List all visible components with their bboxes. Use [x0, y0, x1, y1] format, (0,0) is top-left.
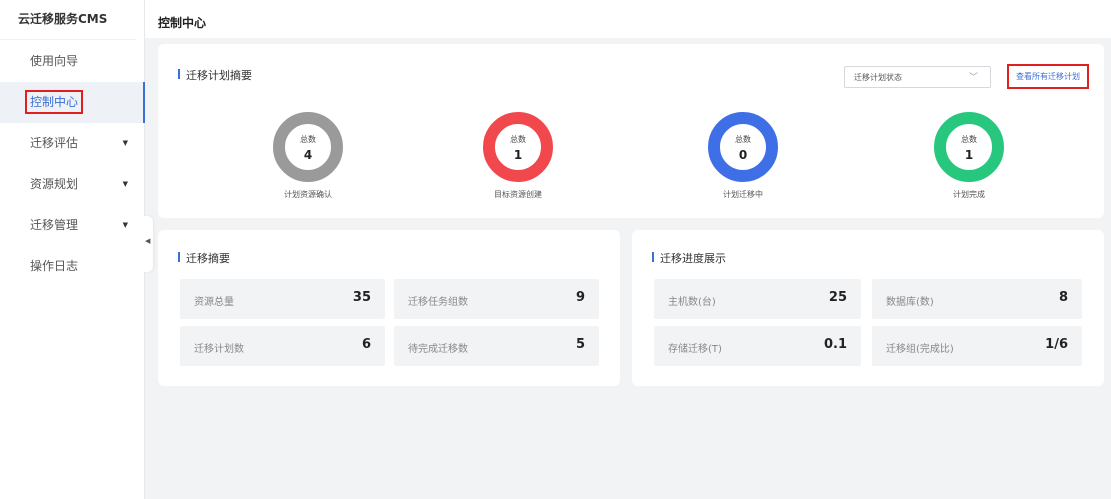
tile-label: 数据库(数) [886, 297, 934, 308]
sidebar-item-label: 操作日志 [30, 259, 79, 273]
tile-value: 35 [352, 290, 371, 305]
sidebar-item-resource-planning[interactable]: 资源规划 ▼ [0, 164, 144, 205]
sidebar-item-control-center[interactable]: 控制中心 [0, 82, 145, 123]
card-title: 迁移摘要 [178, 250, 230, 266]
card-title: 迁移进度展示 [652, 250, 726, 266]
sidebar-item-label: 迁移管理 [30, 218, 79, 232]
header: 控制中心 [145, 0, 1111, 38]
chevron-left-icon: ◀ [145, 237, 151, 245]
stat-tile: 数据库(数) 8 [872, 279, 1082, 319]
tile-value: 8 [1058, 290, 1068, 305]
ring-label: 总数 [300, 135, 316, 144]
ring-count: 1 [513, 148, 523, 162]
stat-resource-confirm: 总数 4 计划资源确认 [243, 112, 373, 200]
caret-down-icon: ▼ [122, 139, 128, 147]
sidebar-item-guide[interactable]: 使用向导 [0, 41, 144, 82]
tile-label: 迁移组(完成比) [886, 344, 954, 355]
tile-value: 6 [361, 337, 371, 352]
migration-progress-card: 迁移进度展示 主机数(台) 25 数据库(数) 8 存储迁移(T) 0.1 迁移… [632, 230, 1104, 386]
sidebar: 云迁移服务CMS 使用向导 控制中心 迁移评估 ▼ 资源规划 ▼ 迁移管理 ▼ … [0, 0, 145, 499]
ring-label: 总数 [510, 135, 526, 144]
sidebar-item-operation-log[interactable]: 操作日志 [0, 246, 144, 287]
ring-count: 1 [964, 148, 974, 162]
ring-label: 总数 [961, 135, 977, 144]
caret-down-icon: ▼ [122, 180, 128, 188]
stat-completed: 总数 1 计划完成 [904, 112, 1034, 200]
plan-status-select[interactable]: 迁移计划状态 ﹀ [844, 66, 991, 88]
sidebar-item-migration-management[interactable]: 迁移管理 ▼ [0, 205, 144, 246]
tile-value: 5 [575, 337, 585, 352]
stat-tile: 迁移任务组数 9 [394, 279, 599, 319]
tile-label: 待完成迁移数 [408, 344, 468, 355]
stat-tile: 资源总量 35 [180, 279, 385, 319]
tile-value: 25 [828, 290, 847, 305]
stat-caption: 目标资源创建 [494, 190, 542, 199]
tile-label: 存储迁移(T) [668, 344, 722, 355]
ring-count: 4 [303, 148, 313, 162]
stat-tile: 迁移组(完成比) 1/6 [872, 326, 1082, 366]
stat-caption: 计划迁移中 [723, 190, 763, 199]
tile-value: 1/6 [1045, 337, 1068, 352]
donut-ring: 总数 1 [934, 112, 1004, 182]
stat-tile: 主机数(台) 25 [654, 279, 861, 319]
stat-caption: 计划资源确认 [284, 190, 332, 199]
stat-target-create: 总数 1 目标资源创建 [453, 112, 583, 200]
sidebar-item-label: 使用向导 [30, 54, 79, 68]
chevron-down-icon: ﹀ [968, 73, 978, 83]
tile-label: 资源总量 [194, 297, 234, 308]
ring-count: 0 [738, 148, 748, 162]
tile-label: 主机数(台) [668, 297, 716, 308]
card-title: 迁移计划摘要 [178, 67, 252, 83]
stat-migrating: 总数 0 计划迁移中 [678, 112, 808, 200]
tile-label: 迁移任务组数 [408, 297, 468, 308]
tile-value: 9 [575, 290, 585, 305]
sidebar-item-label: 资源规划 [30, 177, 79, 191]
sidebar-item-assessment[interactable]: 迁移评估 ▼ [0, 123, 144, 164]
donut-ring: 总数 1 [483, 112, 553, 182]
stat-tile: 迁移计划数 6 [180, 326, 385, 366]
donut-ring: 总数 4 [273, 112, 343, 182]
page-title: 控制中心 [158, 16, 207, 30]
stat-tile: 待完成迁移数 5 [394, 326, 599, 366]
tile-label: 迁移计划数 [194, 344, 244, 355]
tile-value: 0.1 [823, 337, 847, 352]
sidebar-collapse-handle[interactable]: ◀ [143, 216, 153, 272]
view-all-plans-link[interactable]: 查看所有迁移计划 [1007, 64, 1089, 89]
migration-summary-card: 迁移摘要 资源总量 35 迁移任务组数 9 迁移计划数 6 待完成迁移数 5 [158, 230, 620, 386]
sidebar-item-label: 控制中心 [25, 90, 84, 114]
stat-caption: 计划完成 [953, 190, 985, 199]
caret-down-icon: ▼ [122, 221, 128, 229]
donut-ring: 总数 0 [708, 112, 778, 182]
ring-label: 总数 [735, 135, 751, 144]
select-value: 迁移计划状态 [854, 73, 902, 82]
stat-tile: 存储迁移(T) 0.1 [654, 326, 861, 366]
plan-summary-card: 迁移计划摘要 迁移计划状态 ﹀ 查看所有迁移计划 总数 4 计划资源确认 总数 … [158, 44, 1104, 218]
app-brand: 云迁移服务CMS [0, 0, 136, 40]
sidebar-item-label: 迁移评估 [30, 136, 79, 150]
